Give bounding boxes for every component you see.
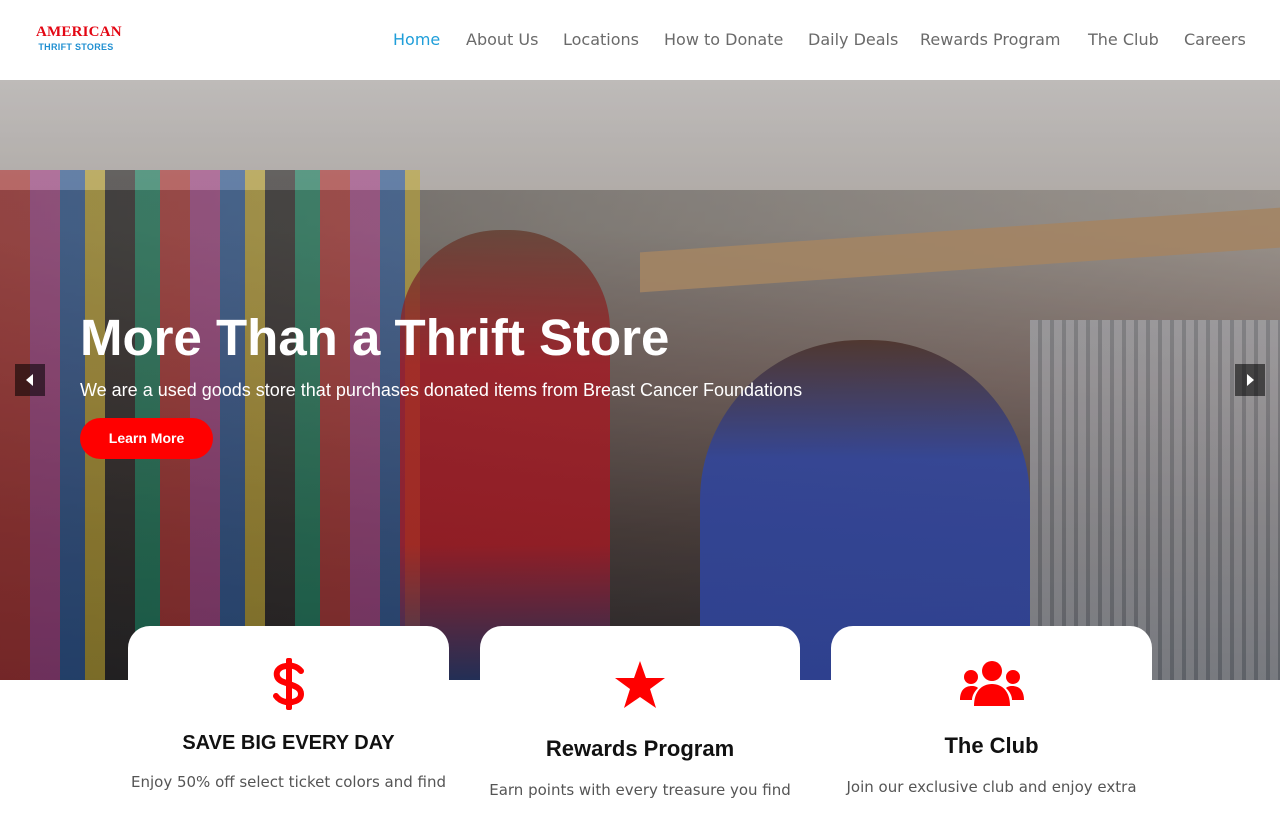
nav-the-club[interactable]: The Club bbox=[1088, 28, 1159, 52]
feature-card-save-big: SAVE BIG EVERY DAY Enjoy 50% off select … bbox=[128, 626, 449, 826]
card-description: Join our exclusive club and enjoy extra bbox=[846, 778, 1137, 796]
nav-about-us[interactable]: About Us bbox=[466, 28, 538, 52]
caret-left-icon bbox=[26, 374, 33, 386]
hero-slider: More Than a Thrift Store We are a used g… bbox=[0, 80, 1280, 680]
card-title: SAVE BIG EVERY DAY bbox=[182, 732, 395, 754]
feature-card-rewards: Rewards Program Earn points with every t… bbox=[480, 626, 800, 826]
nav-careers[interactable]: Careers bbox=[1184, 28, 1246, 52]
learn-more-button[interactable]: Learn More bbox=[80, 418, 213, 459]
nav-how-to-donate[interactable]: How to Donate bbox=[664, 28, 783, 52]
american-thrift-stores-logo[interactable]: AMERICAN THRIFT STORES bbox=[36, 24, 122, 56]
feature-card-the-club: The Club Join our exclusive club and enj… bbox=[831, 626, 1152, 826]
caret-right-icon bbox=[1247, 374, 1254, 386]
card-description: Earn points with every treasure you find bbox=[489, 781, 791, 799]
logo-wordmark-bottom: THRIFT STORES bbox=[38, 42, 114, 52]
star-icon bbox=[615, 661, 665, 708]
slider-next-button[interactable] bbox=[1235, 364, 1265, 396]
nav-rewards-program[interactable]: Rewards Program bbox=[920, 28, 1061, 52]
nav-home[interactable]: Home bbox=[393, 28, 440, 52]
nav-daily-deals[interactable]: Daily Deals bbox=[808, 28, 898, 52]
card-title: The Club bbox=[944, 733, 1039, 758]
dollar-icon bbox=[272, 658, 304, 710]
card-title: Rewards Program bbox=[545, 736, 735, 761]
nav-locations[interactable]: Locations bbox=[563, 28, 639, 52]
site-header: AMERICAN THRIFT STORES Home About Us Loc… bbox=[0, 0, 1280, 80]
users-icon bbox=[959, 661, 1024, 706]
hero-title: More Than a Thrift Store bbox=[80, 309, 670, 366]
hero-subtitle: We are a used goods store that purchases… bbox=[80, 380, 803, 400]
slider-previous-button[interactable] bbox=[15, 364, 45, 396]
logo-wordmark-top: AMERICAN bbox=[36, 24, 122, 40]
card-description: Enjoy 50% off select ticket colors and f… bbox=[130, 773, 446, 791]
